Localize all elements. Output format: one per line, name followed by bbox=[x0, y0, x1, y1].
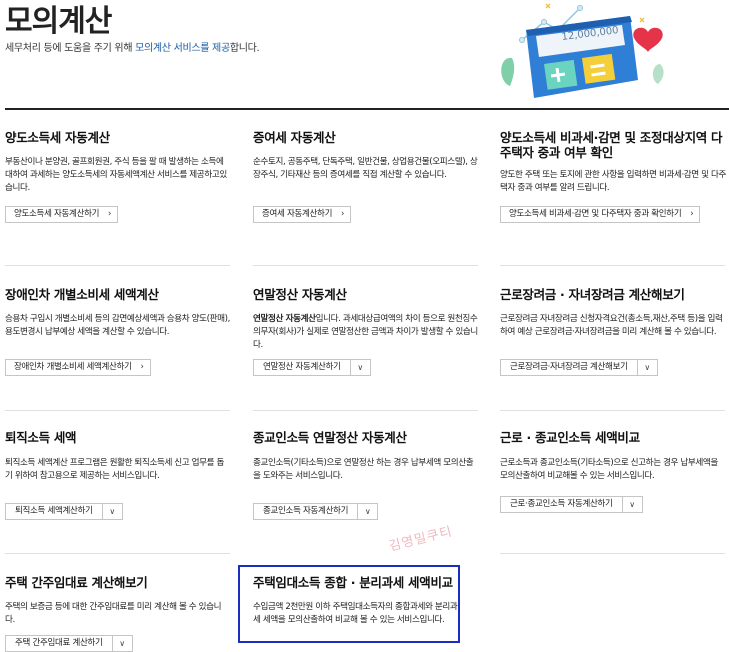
card-disabled-vehicle-tax: 장애인차 개별소비세 세액계산 승용차 구입시 개별소비세 등의 감면예상세액과… bbox=[5, 287, 230, 339]
watermark-text: 김영밀쿠티 bbox=[387, 524, 455, 555]
row-divider bbox=[5, 553, 230, 554]
card-description: 양도한 주택 또는 토지에 관한 사항을 입력하면 비과세·감면 및 다주택자 … bbox=[500, 170, 726, 193]
header-divider bbox=[5, 108, 729, 110]
select-label: 근로·종교인소득 자동계산하기 bbox=[510, 499, 613, 509]
chevron-right-icon: › bbox=[140, 362, 144, 372]
select-label: 종교인소득 자동계산하기 bbox=[263, 506, 349, 516]
card-deemed-rent: 주택 간주임대료 계산해보기 주택의 보증금 등에 대한 간주임대료를 미리 계… bbox=[5, 575, 230, 627]
button-label: 양도소득세 비과세·감면 및 다주택자 중과 확인하기 bbox=[509, 209, 682, 219]
card-description: 수입금액 2천만원 이하 주택임대소득자의 종합과세와 분리과세 세액을 모의산… bbox=[253, 602, 458, 625]
select-label: 퇴직소득 세액계산하기 bbox=[15, 506, 93, 516]
card-title: 연말정산 자동계산 bbox=[253, 287, 347, 302]
card-title: 양도소득세 비과세·감면 및 조정대상지역 다주택자 중과 여부 확인 bbox=[500, 130, 723, 160]
card-title: 근로 · 종교인소득 세액비교 bbox=[500, 430, 640, 445]
income-tax-comparison-select[interactable]: 근로·종교인소득 자동계산하기 ∨ bbox=[500, 496, 643, 513]
gift-tax-calc-button[interactable]: 증여세 자동계산하기 › bbox=[253, 206, 352, 223]
page-subtitle: 세무처리 등에 도움을 주기 위해 모의계산 서비스를 제공합니다. bbox=[5, 39, 260, 54]
row-divider bbox=[500, 265, 725, 266]
subtitle-end: 합니다. bbox=[229, 43, 260, 54]
chevron-down-icon[interactable]: ∨ bbox=[111, 636, 132, 651]
card-year-end-settlement: 연말정산 자동계산 연말정산 자동계산입니다. 과세대상급여액의 차이 등으로 … bbox=[253, 287, 478, 352]
card-rental-income-comparison: 주택임대소득 종합 · 분리과세 세액비교 수입금액 2천만원 이하 주택임대소… bbox=[253, 575, 458, 627]
row-divider bbox=[500, 410, 725, 411]
tax-exemption-check-button[interactable]: 양도소득세 비과세·감면 및 다주택자 중과 확인하기 › bbox=[500, 206, 701, 223]
card-title: 장애인차 개별소비세 세액계산 bbox=[5, 287, 159, 302]
card-religious-income-settlement: 종교인소득 연말정산 자동계산 종교인소득(기타소득)으로 연말정산 하는 경우… bbox=[253, 430, 478, 483]
chevron-right-icon: › bbox=[690, 209, 694, 219]
chevron-down-icon[interactable]: ∨ bbox=[621, 497, 642, 512]
card-retirement-income-tax: 퇴직소득 세액 퇴직소득 세액계산 프로그램은 원활한 퇴직소득세 신고 업무를… bbox=[5, 430, 230, 483]
card-description: 연말정산 자동계산입니다. 과세대상급여액의 차이 등으로 원천징수의무자(회사… bbox=[253, 313, 478, 352]
row-divider bbox=[5, 265, 230, 266]
select-label: 근로장려금·자녀장려금 계산해보기 bbox=[510, 362, 628, 372]
chevron-down-icon[interactable]: ∨ bbox=[636, 360, 657, 375]
chevron-down-icon[interactable]: ∨ bbox=[357, 504, 377, 519]
desc-bold: 연말정산 자동계산 bbox=[253, 314, 316, 324]
card-gift-tax: 증여세 자동계산 순수토지, 공동주택, 단독주택, 일반건물, 상업용건물(오… bbox=[253, 130, 478, 182]
capital-gains-tax-calc-button[interactable]: 양도소득세 자동계산하기 › bbox=[5, 206, 119, 223]
disabled-vehicle-tax-button[interactable]: 장애인차 개별소비세 세액계산하기 › bbox=[5, 359, 151, 376]
card-title: 증여세 자동계산 bbox=[253, 130, 336, 145]
card-description: 주택의 보증금 등에 대한 간주임대료를 미리 계산해 볼 수 있습니다. bbox=[5, 602, 222, 625]
card-tax-exemption-check: 양도소득세 비과세·감면 및 조정대상지역 다주택자 중과 여부 확인 양도한 … bbox=[500, 130, 729, 195]
card-income-tax-comparison: 근로 · 종교인소득 세액비교 근로소득과 종교인소득(기타소득)으로 신고하는… bbox=[500, 430, 725, 483]
card-capital-gains-tax: 양도소득세 자동계산 부동산이나 분양권, 골프회원권, 주식 등을 팔 때 발… bbox=[5, 130, 230, 195]
subtitle-text: 세무처리 등에 도움을 주기 위해 bbox=[5, 43, 136, 54]
retirement-income-tax-select[interactable]: 퇴직소득 세액계산하기 ∨ bbox=[5, 503, 123, 520]
calculator-illustration: 12,000,000 bbox=[501, 3, 664, 98]
row-divider bbox=[253, 410, 478, 411]
chevron-down-icon[interactable]: ∨ bbox=[349, 360, 370, 375]
earned-income-credit-select[interactable]: 근로장려금·자녀장려금 계산해보기 ∨ bbox=[500, 359, 658, 376]
card-description: 승용차 구입시 개별소비세 등의 감면예상세액과 승용차 양도(판매), 용도변… bbox=[5, 314, 230, 337]
card-title: 종교인소득 연말정산 자동계산 bbox=[253, 430, 407, 445]
chevron-right-icon: › bbox=[340, 209, 345, 219]
religious-income-settlement-select[interactable]: 종교인소득 자동계산하기 ∨ bbox=[253, 503, 379, 520]
card-title: 주택임대소득 종합 · 분리과세 세액비교 bbox=[253, 575, 453, 590]
subtitle-highlight: 모의계산 서비스를 제공 bbox=[135, 43, 230, 54]
card-title: 양도소득세 자동계산 bbox=[5, 130, 110, 145]
card-description: 근로장려금 자녀장려금 신청자격요건(총소득,재산,주택 등)을 입력하여 예상… bbox=[500, 314, 723, 337]
card-title: 퇴직소득 세액 bbox=[5, 430, 77, 445]
row-divider bbox=[253, 265, 478, 266]
row-divider bbox=[5, 410, 230, 411]
chevron-right-icon: › bbox=[108, 209, 112, 219]
card-description: 퇴직소득 세액계산 프로그램은 원활한 퇴직소득세 신고 업무를 돕기 위하여 … bbox=[5, 458, 224, 481]
button-label: 증여세 자동계산하기 bbox=[262, 209, 333, 219]
page-title: 모의계산 bbox=[5, 4, 112, 39]
card-description: 종교인소득(기타소득)으로 연말정산 하는 경우 납부세액 모의산출을 도와주는… bbox=[253, 458, 474, 481]
card-earned-income-credit: 근로장려금 · 자녀장려금 계산해보기 근로장려금 자녀장려금 신청자격요건(총… bbox=[500, 287, 725, 339]
select-label: 연말정산 자동계산하기 bbox=[263, 362, 341, 372]
select-label: 주택 간주임대료 계산하기 bbox=[15, 638, 103, 648]
chevron-down-icon[interactable]: ∨ bbox=[101, 504, 122, 519]
card-title: 주택 간주임대료 계산해보기 bbox=[5, 575, 148, 590]
button-label: 장애인차 개별소비세 세액계산하기 bbox=[14, 362, 132, 372]
card-description: 근로소득과 종교인소득(기타소득)으로 신고하는 경우 납부세액을 모의산출하여… bbox=[500, 458, 718, 481]
deemed-rent-select[interactable]: 주택 간주임대료 계산하기 ∨ bbox=[5, 635, 133, 652]
card-title: 근로장려금 · 자녀장려금 계산해보기 bbox=[500, 287, 685, 302]
row-divider bbox=[500, 553, 725, 554]
card-description: 부동산이나 분양권, 골프회원권, 주식 등을 팔 때 발생하는 소득에 대하여… bbox=[5, 157, 227, 193]
year-end-settlement-select[interactable]: 연말정산 자동계산하기 ∨ bbox=[253, 359, 371, 376]
card-description: 순수토지, 공동주택, 단독주택, 일반건물, 상업용건물(오피스텔), 상장주… bbox=[253, 157, 478, 180]
button-label: 양도소득세 자동계산하기 bbox=[14, 209, 100, 219]
